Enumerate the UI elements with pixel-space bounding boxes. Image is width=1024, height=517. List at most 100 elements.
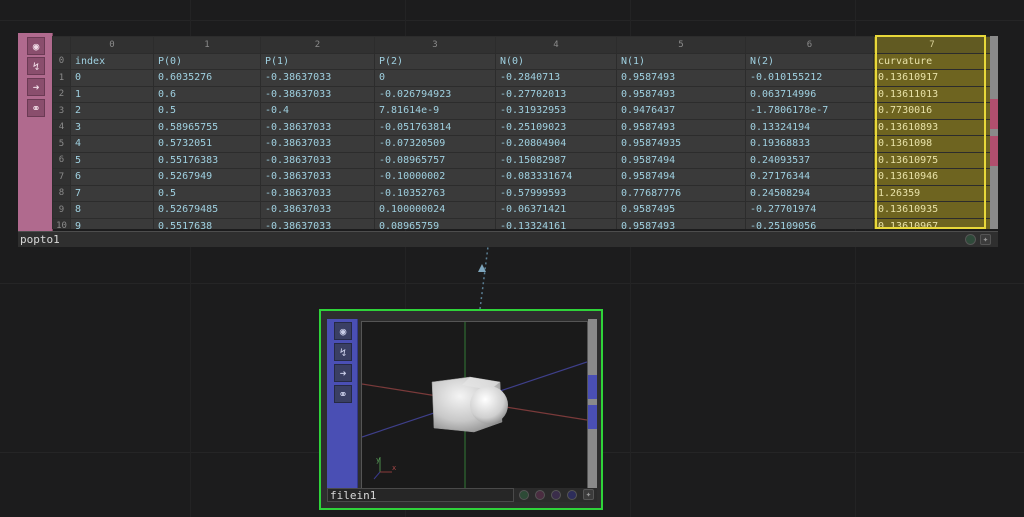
viewer-active-icon[interactable]: [965, 234, 976, 245]
table-cell: -0.31932953: [495, 102, 617, 120]
table-cell: -0.25109023: [495, 118, 617, 136]
table-cell: -0.051763814: [374, 118, 496, 136]
table-cell: 0.13610917: [873, 69, 990, 87]
popto1-node[interactable]: ◉ ↯ ➜ ⚭ 0 1 2 3 4 5 6 7 0 index P(0) P(1) P(2) N(0) N(…: [18, 33, 998, 247]
table-row: 8 7 0.5 -0.38637033 -0.10352763 -0.57999593 0.…: [52, 184, 990, 202]
table-row: 4 3 0.58965755 -0.38637033 -0.051763814 -0.25…: [52, 118, 990, 136]
table-cell: 0.9587495: [616, 201, 746, 219]
row-index-cell: 2: [52, 85, 71, 103]
table-cell: -0.38637033: [260, 85, 375, 103]
axis-gizmo-x-label: x: [392, 464, 396, 472]
table-cell: -0.38637033: [260, 118, 375, 136]
column-index-cell: 2: [260, 36, 375, 54]
table-cell: -0.38637033: [260, 201, 375, 219]
table-cell: 0.100000024: [374, 201, 496, 219]
table-cell: 0.5732051: [153, 135, 261, 153]
render-flag-icon[interactable]: [551, 490, 561, 500]
bypass-icon[interactable]: ↯: [334, 343, 352, 361]
table-cell: -0.25109056: [745, 217, 874, 229]
table-cell: 0.9476437: [616, 102, 746, 120]
export-icon[interactable]: ➜: [27, 78, 45, 96]
table-cell: 0.55176383: [153, 151, 261, 169]
table-row: 2 1 0.6 -0.38637033 -0.026794923 -0.27702013 0…: [52, 85, 990, 103]
row-index-cell: 4: [52, 118, 71, 136]
export-icon[interactable]: ➜: [334, 364, 352, 382]
table-cell: 0.5: [153, 184, 261, 202]
lock-icon[interactable]: ⚭: [334, 385, 352, 403]
column-index-cell: 5: [616, 36, 746, 54]
table-cell: 0.52679485: [153, 201, 261, 219]
table-cell: 0.9587493: [616, 118, 746, 136]
popto1-flag-bar: ◉ ↯ ➜ ⚭: [18, 33, 53, 233]
table-cell: -0.08965757: [374, 151, 496, 169]
table-cell: -0.07320509: [374, 135, 496, 153]
table-cell: -0.38637033: [260, 168, 375, 186]
bypass-icon[interactable]: ↯: [27, 57, 45, 75]
table-row: 3 2 0.5 -0.4 7.81614e-9 -0.31932953 0.9476437-…: [52, 102, 990, 120]
table-cell: -0.010155212: [745, 69, 874, 87]
table-cell: -0.026794923: [374, 85, 496, 103]
node-name-label[interactable]: popto1: [20, 232, 60, 247]
table-cell: 0: [374, 69, 496, 87]
viewer-icon[interactable]: ◉: [27, 37, 45, 55]
table-cell: -0.2840713: [495, 69, 617, 87]
node-name-label[interactable]: filein1: [327, 488, 514, 502]
table-cell: 0.9587493: [616, 217, 746, 229]
template-flag-icon[interactable]: [567, 490, 577, 500]
table-cell: 7.81614e-9: [374, 102, 496, 120]
table-cell: -0.57999593: [495, 184, 617, 202]
table-cell: -0.15082987: [495, 151, 617, 169]
lock-icon[interactable]: ⚭: [27, 99, 45, 117]
table-cell: 9: [70, 217, 154, 229]
header-row: 0 index P(0) P(1) P(2) N(0) N(1) N(2) curvature: [52, 52, 990, 70]
table-cell: 0.13324194: [745, 118, 874, 136]
column-index-cell: 1: [153, 36, 261, 54]
scroll-thumb[interactable]: [588, 375, 597, 399]
scroll-thumb[interactable]: [990, 99, 998, 129]
network-grid-line: [0, 283, 1024, 284]
popto1-scrollbar[interactable]: [990, 36, 998, 229]
filein1-node[interactable]: ◉ ↯ ➜ ⚭ y x filein1 ✦: [319, 309, 603, 510]
column-header-cell: N(2): [745, 52, 874, 70]
pin-icon[interactable]: ✦: [980, 234, 991, 245]
table-cell: 0.6: [153, 85, 261, 103]
table-cell: -0.38637033: [260, 151, 375, 169]
table-cell: 0: [70, 69, 154, 87]
viewer-active-icon[interactable]: [519, 490, 529, 500]
viewer-icon[interactable]: ◉: [334, 322, 352, 340]
table-cell: 0.27176344: [745, 168, 874, 186]
table-cell: 7: [70, 184, 154, 202]
table-row: 10 9 0.5517638 -0.38637033 0.08965759 -0.1332…: [52, 217, 990, 229]
table-cell: 0.77687776: [616, 184, 746, 202]
table-cell: 0.95874935: [616, 135, 746, 153]
geometry-viewer[interactable]: y x: [361, 321, 588, 498]
table-cell: 0.13610946: [873, 168, 990, 186]
column-index-cell: 6: [745, 36, 874, 54]
scroll-thumb[interactable]: [588, 405, 597, 429]
scroll-thumb[interactable]: [990, 136, 998, 166]
display-flag-icon[interactable]: [535, 490, 545, 500]
row-index-cell: 0: [52, 52, 71, 70]
row-index-cell: 5: [52, 135, 71, 153]
table-cell: 6: [70, 168, 154, 186]
table-cell: 0.13610967: [873, 217, 990, 229]
table-cell: 0.063714996: [745, 85, 874, 103]
row-index-cell: 9: [52, 201, 71, 219]
table-cell: 0.24093537: [745, 151, 874, 169]
table-cell: 0.9587494: [616, 151, 746, 169]
table-cell: -0.20804904: [495, 135, 617, 153]
table-cell: 4: [70, 135, 154, 153]
table-cell: -0.38637033: [260, 69, 375, 87]
attribute-table[interactable]: 0 1 2 3 4 5 6 7 0 index P(0) P(1) P(2) N(0) N(1) N(2) cu…: [52, 36, 990, 229]
column-header-cell: index: [70, 52, 154, 70]
table-cell: -0.38637033: [260, 184, 375, 202]
filein1-footer: filein1 ✦: [327, 488, 597, 502]
column-header-cell: P(2): [374, 52, 496, 70]
row-index-cell: 6: [52, 151, 71, 169]
row-index-cell: 3: [52, 102, 71, 120]
pin-icon[interactable]: ✦: [583, 489, 594, 500]
column-header-cell: P(0): [153, 52, 261, 70]
filein1-scrollbar[interactable]: [588, 319, 597, 498]
table-cell: 0.58965755: [153, 118, 261, 136]
table-row: 6 5 0.55176383 -0.38637033 -0.08965757 -0.150…: [52, 151, 990, 169]
